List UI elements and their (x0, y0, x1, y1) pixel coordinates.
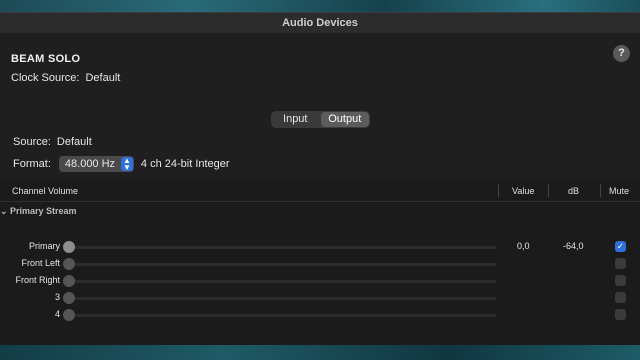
sample-rate-value: 48.000 Hz (64, 158, 116, 170)
help-button[interactable]: ? (613, 45, 630, 62)
window-title: Audio Devices (0, 13, 640, 33)
mute-checkbox[interactable] (615, 292, 626, 303)
volume-slider-track[interactable] (75, 314, 496, 317)
format-row: Format: 48.000 Hz ▲ ▼ 4 ch 24-bit Integer (13, 156, 230, 172)
mute-checkbox[interactable] (615, 275, 626, 286)
channel-name: 4 (54, 309, 60, 319)
channel-volume-table: Channel Volume Value dB Mute ⌄ Primary St… (0, 180, 640, 345)
source-row: Source: Default (13, 136, 92, 148)
channel-name: Primary (29, 241, 60, 251)
audio-devices-window: Audio Devices BEAM SOLO Clock Source: Def… (0, 12, 640, 345)
table-header: Channel Volume Value dB Mute (0, 180, 640, 202)
format-description: 4 ch 24-bit Integer (140, 158, 230, 170)
volume-slider-knob[interactable] (63, 258, 75, 270)
clock-source-row: Clock Source: Default (11, 72, 120, 84)
input-output-segmented-control: Input Output (271, 111, 370, 128)
clock-source-label: Clock Source: (11, 72, 80, 84)
volume-slider-track[interactable] (75, 280, 496, 283)
table-row: Front Left (0, 257, 640, 271)
volume-slider-knob[interactable] (63, 241, 75, 253)
tab-input[interactable]: Input (271, 111, 320, 128)
volume-slider-track[interactable] (75, 246, 496, 249)
channel-name: Front Left (21, 258, 60, 268)
channel-name: Front Right (15, 275, 60, 285)
volume-slider-knob[interactable] (63, 309, 75, 321)
tab-output[interactable]: Output (320, 112, 369, 127)
group-primary-stream[interactable]: ⌄ Primary Stream (0, 206, 77, 217)
volume-slider-knob[interactable] (63, 292, 75, 304)
volume-slider-knob[interactable] (63, 275, 75, 287)
format-label: Format: (13, 158, 51, 170)
header-db: dB (568, 186, 580, 196)
header-mute: Mute (609, 186, 630, 196)
clock-source-value: Default (85, 72, 121, 84)
mute-checkbox[interactable]: ✓ (615, 241, 626, 252)
header-channel-volume: Channel Volume (12, 186, 79, 196)
table-row: Front Right (0, 274, 640, 288)
channel-name: 3 (54, 292, 60, 302)
mute-checkbox[interactable] (615, 309, 626, 320)
channel-value: 0,0 (517, 241, 530, 251)
mute-checkbox[interactable] (615, 258, 626, 269)
table-row: 3 (0, 291, 640, 305)
chevron-up-down-icon: ▲ ▼ (120, 157, 133, 172)
table-row: 4 (0, 308, 640, 322)
sample-rate-select[interactable]: 48.000 Hz ▲ ▼ (58, 156, 134, 172)
table-row: Primary 0,0 -64,0 ✓ (0, 240, 640, 254)
source-label: Source: (13, 136, 51, 148)
desktop-background-bottom (0, 344, 640, 360)
channel-db: -64,0 (563, 241, 584, 251)
device-name: BEAM SOLO (11, 53, 81, 65)
volume-slider-track[interactable] (75, 297, 496, 300)
chevron-down-icon: ⌄ (0, 206, 8, 216)
group-label: Primary Stream (10, 206, 77, 216)
volume-slider-track[interactable] (75, 263, 496, 266)
source-value: Default (56, 136, 92, 148)
header-value: Value (512, 186, 535, 196)
